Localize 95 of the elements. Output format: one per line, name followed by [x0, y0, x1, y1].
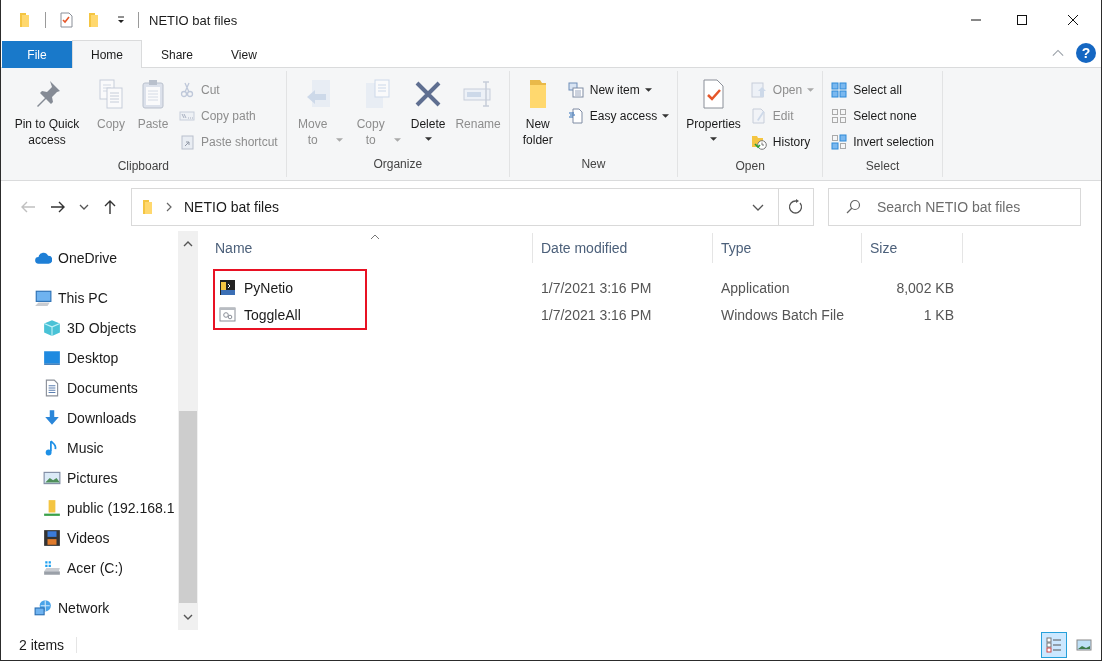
- file-size: 1 KB: [923, 306, 954, 323]
- scissors-icon: [179, 82, 195, 98]
- scroll-up-icon[interactable]: [183, 241, 193, 247]
- new-item-icon: [567, 82, 584, 98]
- open-icon: [750, 82, 767, 98]
- file-type: Application: [721, 279, 790, 296]
- nav-item[interactable]: Videos: [1, 523, 178, 553]
- search-icon: [845, 199, 861, 215]
- breadcrumb-link[interactable]: NETIO bat files: [184, 199, 279, 215]
- ribbon-button[interactable]: Pin to Quick access: [5, 71, 89, 155]
- ribbon-button[interactable]: History: [746, 129, 819, 155]
- group-label: Select: [864, 158, 901, 175]
- column-header[interactable]: Date modified: [533, 233, 713, 263]
- ribbon-button[interactable]: Properties: [682, 71, 745, 155]
- up-arrow-icon: [102, 199, 118, 215]
- maximize-icon: [1016, 14, 1028, 26]
- file-row[interactable]: PyNetio 1/7/2021 3:16 PM Application 8,002 KB: [207, 274, 1101, 301]
- chevron-down-icon: [79, 204, 89, 210]
- nav-item[interactable]: Network: [1, 593, 178, 623]
- grid-icon: [831, 108, 848, 124]
- chevron-icon[interactable]: [166, 202, 172, 212]
- grid-icon: [831, 82, 848, 98]
- address-field[interactable]: NETIO bat files: [131, 188, 814, 226]
- ribbon-button[interactable]: Invert selection: [827, 129, 938, 155]
- file-name: PyNetio: [244, 279, 294, 296]
- gear-icon: [219, 306, 236, 323]
- item-count: 2 items: [19, 637, 78, 653]
- ribbon-tab[interactable]: View: [212, 41, 276, 68]
- refresh-icon: [788, 199, 804, 215]
- shortcut-icon: [179, 134, 195, 150]
- details-list-icon: [1046, 637, 1062, 653]
- sort-ascending-icon: [369, 234, 380, 240]
- group-label: Clipboard: [116, 158, 171, 175]
- scroll-down-icon[interactable]: [183, 614, 193, 620]
- dropdown-icon[interactable]: [752, 203, 764, 211]
- ribbon-tab[interactable]: Share: [142, 41, 213, 68]
- date-modified: 1/7/2021 3:16 PM: [541, 306, 652, 323]
- nav-item[interactable]: Desktop: [1, 343, 178, 373]
- file-size: 8,002 KB: [896, 279, 954, 296]
- globe-network-icon: [34, 599, 52, 617]
- ribbon-button[interactable]: Easy access: [563, 103, 674, 129]
- column-header[interactable]: Type: [713, 233, 862, 263]
- nav-item[interactable]: Documents: [1, 373, 178, 403]
- document-icon: [43, 379, 61, 397]
- date-modified: 1/7/2021 3:16 PM: [541, 279, 652, 296]
- ribbon-button[interactable]: Select all: [827, 77, 938, 103]
- details-view-button[interactable]: [1041, 632, 1067, 658]
- ribbon-button[interactable]: New item: [563, 77, 674, 103]
- document-icon: [567, 108, 584, 124]
- computer-icon: [34, 289, 52, 307]
- picture-icon: [1076, 637, 1092, 653]
- nav-item[interactable]: OneDrive: [1, 243, 178, 273]
- grid-icon: [831, 134, 848, 150]
- properties-icon[interactable]: [58, 12, 74, 28]
- path-icon: [179, 108, 195, 124]
- column-header[interactable]: Size: [862, 233, 963, 263]
- file-row[interactable]: ToggleAll 1/7/2021 3:16 PM Windows Batch File 1 KB: [207, 301, 1101, 328]
- nav-item[interactable]: This PC: [1, 283, 178, 313]
- close-icon: [1067, 14, 1079, 26]
- column-header[interactable]: Name: [207, 233, 533, 263]
- back-arrow-icon: [20, 199, 36, 215]
- group-label: Open: [734, 158, 766, 175]
- group-label: New: [580, 156, 607, 173]
- collapse-ribbon-icon[interactable]: [1052, 49, 1064, 57]
- search-input[interactable]: Search NETIO bat files: [877, 189, 1080, 225]
- cube-icon: [43, 319, 61, 337]
- forward-arrow-icon: [50, 199, 66, 215]
- scrollbar-thumb[interactable]: [179, 411, 197, 603]
- window-title: NETIO bat files: [149, 12, 238, 28]
- ribbon-button[interactable]: Select none: [827, 103, 938, 129]
- nav-item[interactable]: public (192.168.1: [1, 493, 178, 523]
- history-icon: [750, 134, 767, 150]
- customize-dropdown-icon[interactable]: [116, 15, 126, 25]
- drive-icon: [43, 559, 61, 577]
- download-icon: [43, 409, 61, 427]
- film-icon: [43, 529, 61, 547]
- nav-item[interactable]: Music: [1, 433, 178, 463]
- file-tab[interactable]: File: [2, 41, 72, 68]
- ribbon-button[interactable]: Delete: [406, 71, 450, 153]
- nav-item[interactable]: Pictures: [1, 463, 178, 493]
- nav-item[interactable]: 3D Objects: [1, 313, 178, 343]
- file-type: Windows Batch File: [721, 306, 844, 323]
- scrollbar[interactable]: [178, 231, 198, 630]
- picture-icon: [43, 469, 61, 487]
- file-name: ToggleAll: [244, 306, 301, 323]
- nav-item[interactable]: Acer (C:): [1, 553, 178, 583]
- ribbon-tab[interactable]: Home: [72, 40, 142, 68]
- help-button[interactable]: ?: [1076, 43, 1096, 63]
- edit-icon: [750, 108, 767, 124]
- search-box[interactable]: Search NETIO bat files: [828, 188, 1081, 226]
- app-icon: [219, 279, 236, 296]
- nav-item[interactable]: Downloads: [1, 403, 178, 433]
- group-label: Organize: [372, 156, 424, 173]
- ribbon-button[interactable]: New folder: [513, 71, 562, 153]
- desktop-icon: [43, 349, 61, 367]
